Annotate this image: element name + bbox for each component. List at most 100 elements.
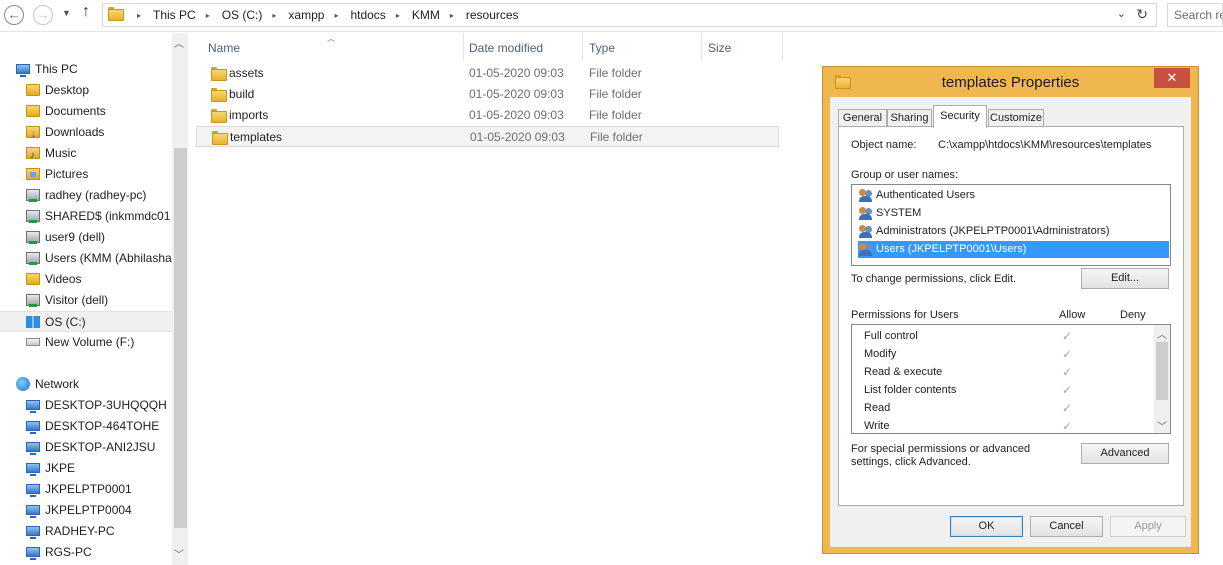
- allow-check-icon: ✓: [1062, 365, 1073, 379]
- nav-item[interactable]: SHARED$ (inkmmdc01: [0, 206, 172, 227]
- advanced-button[interactable]: Advanced: [1081, 443, 1169, 464]
- nav-item[interactable]: New Volume (F:): [0, 332, 172, 353]
- nav-item[interactable]: RGS-PC: [0, 542, 172, 563]
- folder-icon: [211, 109, 227, 123]
- nav-item[interactable]: user9 (dell): [0, 227, 172, 248]
- file-name: templates: [230, 130, 283, 144]
- nav-item[interactable]: JKPELPTP0001: [0, 479, 172, 500]
- nav-item[interactable]: Users (KMM (Abhilasha): [0, 248, 172, 269]
- nav-item[interactable]: This PC: [0, 59, 172, 80]
- user-group-icon: [859, 225, 873, 238]
- nav-item[interactable]: JKPELPTP0004: [0, 500, 172, 521]
- nav-item[interactable]: radhey (radhey-pc): [0, 185, 172, 206]
- breadcrumb-item[interactable]: htdocs: [350, 8, 385, 22]
- column-header-date-modified[interactable]: Date modified: [469, 41, 543, 55]
- breadcrumb-separator-icon[interactable]: ▸: [396, 11, 400, 20]
- scroll-down-icon[interactable]: ﹀: [174, 546, 184, 561]
- nav-item[interactable]: Pictures: [0, 164, 172, 185]
- column-header-type[interactable]: Type: [589, 41, 615, 55]
- tab-general[interactable]: General: [838, 109, 887, 127]
- column-header-name[interactable]: Name: [208, 41, 240, 55]
- breadcrumb-item[interactable]: This PC: [153, 8, 196, 22]
- file-row[interactable]: imports 01-05-2020 09:03 File folder: [196, 105, 779, 126]
- computer-icon: [26, 483, 40, 497]
- file-row[interactable]: templates 01-05-2020 09:03 File folder: [196, 126, 779, 147]
- tab-security[interactable]: Security: [933, 105, 987, 128]
- breadcrumb-separator-icon[interactable]: ▸: [272, 11, 276, 20]
- nav-item-label: JKPELPTP0004: [45, 503, 132, 517]
- recent-locations-button[interactable]: ▼: [62, 8, 71, 18]
- scrollbar-thumb[interactable]: [1156, 342, 1168, 400]
- breadcrumb-item[interactable]: xampp: [288, 8, 324, 22]
- column-divider[interactable]: [701, 33, 702, 61]
- forward-button[interactable]: →: [33, 5, 53, 25]
- scrollbar-thumb[interactable]: [174, 148, 187, 528]
- network-share-icon: [26, 251, 40, 265]
- column-divider[interactable]: [782, 33, 783, 61]
- user-list-item[interactable]: Administrators (JKPELPTP0001\Administrat…: [858, 223, 1113, 240]
- cancel-button[interactable]: Cancel: [1030, 516, 1103, 537]
- user-list-item[interactable]: Users (JKPELPTP0001\Users): [858, 241, 1169, 258]
- folder-icon: [212, 131, 228, 145]
- tab-customize[interactable]: Customize: [988, 109, 1044, 127]
- scroll-down-icon[interactable]: ﹀: [1157, 418, 1167, 433]
- breadcrumb-separator-icon[interactable]: ▸: [450, 11, 454, 20]
- breadcrumb-item[interactable]: resources: [466, 8, 519, 22]
- column-divider[interactable]: [463, 33, 464, 61]
- breadcrumb-separator-icon[interactable]: ▸: [334, 11, 338, 20]
- edit-button[interactable]: Edit...: [1081, 268, 1169, 289]
- tab-sharing[interactable]: Sharing: [887, 109, 932, 127]
- search-input[interactable]: Search re: [1167, 3, 1223, 27]
- folder-icon: [211, 67, 227, 81]
- dialog-titlebar[interactable]: templates Properties ✕: [823, 67, 1198, 97]
- nav-item[interactable]: Downloads: [0, 122, 172, 143]
- nav-item[interactable]: Visitor (dell): [0, 290, 172, 311]
- permission-name: Read & execute: [864, 366, 943, 378]
- ok-button[interactable]: OK: [950, 516, 1023, 537]
- breadcrumb-separator-icon[interactable]: ▸: [206, 11, 210, 20]
- nav-item[interactable]: DESKTOP-3UHQQQH: [0, 395, 172, 416]
- breadcrumb-item[interactable]: KMM: [412, 8, 440, 22]
- address-field[interactable]: ▸ This PC ▸ OS (C:) ▸ xampp ▸ htdocs ▸ KMM ▸ resour…: [102, 3, 1157, 27]
- up-button[interactable]: ↑: [82, 3, 90, 21]
- file-type: File folder: [590, 130, 643, 144]
- file-row[interactable]: build 01-05-2020 09:03 File folder: [196, 84, 779, 105]
- navigation-tree: This PC Desktop Documents Downloads Music Pic…: [0, 59, 172, 563]
- nav-item[interactable]: OS (C:): [0, 311, 172, 332]
- nav-item[interactable]: Music: [0, 143, 172, 164]
- computer-icon: [26, 504, 40, 518]
- nav-item[interactable]: JKPE: [0, 458, 172, 479]
- breadcrumb-item[interactable]: OS (C:): [222, 8, 263, 22]
- close-icon: ✕: [1166, 70, 1178, 85]
- allow-check-icon: ✓: [1062, 401, 1073, 415]
- nav-item-label: Pictures: [45, 167, 89, 181]
- nav-item[interactable]: Documents: [0, 101, 172, 122]
- permissions-listbox: Full control ✓ Modify ✓ Read & execute ✓ List …: [851, 324, 1171, 434]
- nav-item-label: DESKTOP-3UHQQQH: [45, 398, 167, 412]
- navigation-scrollbar[interactable]: ︿ ﹀: [172, 33, 188, 565]
- breadcrumb-separator-icon[interactable]: ▸: [137, 11, 141, 20]
- nav-item[interactable]: Network: [0, 374, 172, 395]
- back-button[interactable]: ←: [4, 5, 24, 25]
- permissions-scrollbar[interactable]: ︿ ﹀: [1154, 325, 1170, 433]
- nav-item[interactable]: Videos: [0, 269, 172, 290]
- object-name-label: Object name:: [851, 139, 917, 151]
- address-history-dropdown[interactable]: ⌄: [1117, 7, 1126, 20]
- nav-item[interactable]: DESKTOP-ANI2JSU: [0, 437, 172, 458]
- apply-button[interactable]: Apply: [1110, 516, 1186, 537]
- refresh-button[interactable]: ↻: [1136, 6, 1148, 23]
- column-headers: ︿ Name Date modified Type Size: [196, 33, 816, 63]
- user-list-item[interactable]: Authenticated Users: [858, 187, 978, 204]
- deny-column-label: Deny: [1120, 309, 1146, 321]
- file-row[interactable]: assets 01-05-2020 09:03 File folder: [196, 63, 779, 84]
- user-list-item[interactable]: SYSTEM: [858, 205, 924, 222]
- nav-item[interactable]: RADHEY-PC: [0, 521, 172, 542]
- scroll-up-icon[interactable]: ︿: [174, 35, 184, 50]
- user-name: Authenticated Users: [876, 189, 976, 201]
- nav-item[interactable]: DESKTOP-464TOHE: [0, 416, 172, 437]
- column-header-size[interactable]: Size: [708, 41, 731, 55]
- nav-item[interactable]: Desktop: [0, 80, 172, 101]
- close-button[interactable]: ✕: [1154, 68, 1190, 88]
- column-divider[interactable]: [582, 33, 583, 61]
- scroll-up-icon[interactable]: ︿: [1157, 326, 1167, 341]
